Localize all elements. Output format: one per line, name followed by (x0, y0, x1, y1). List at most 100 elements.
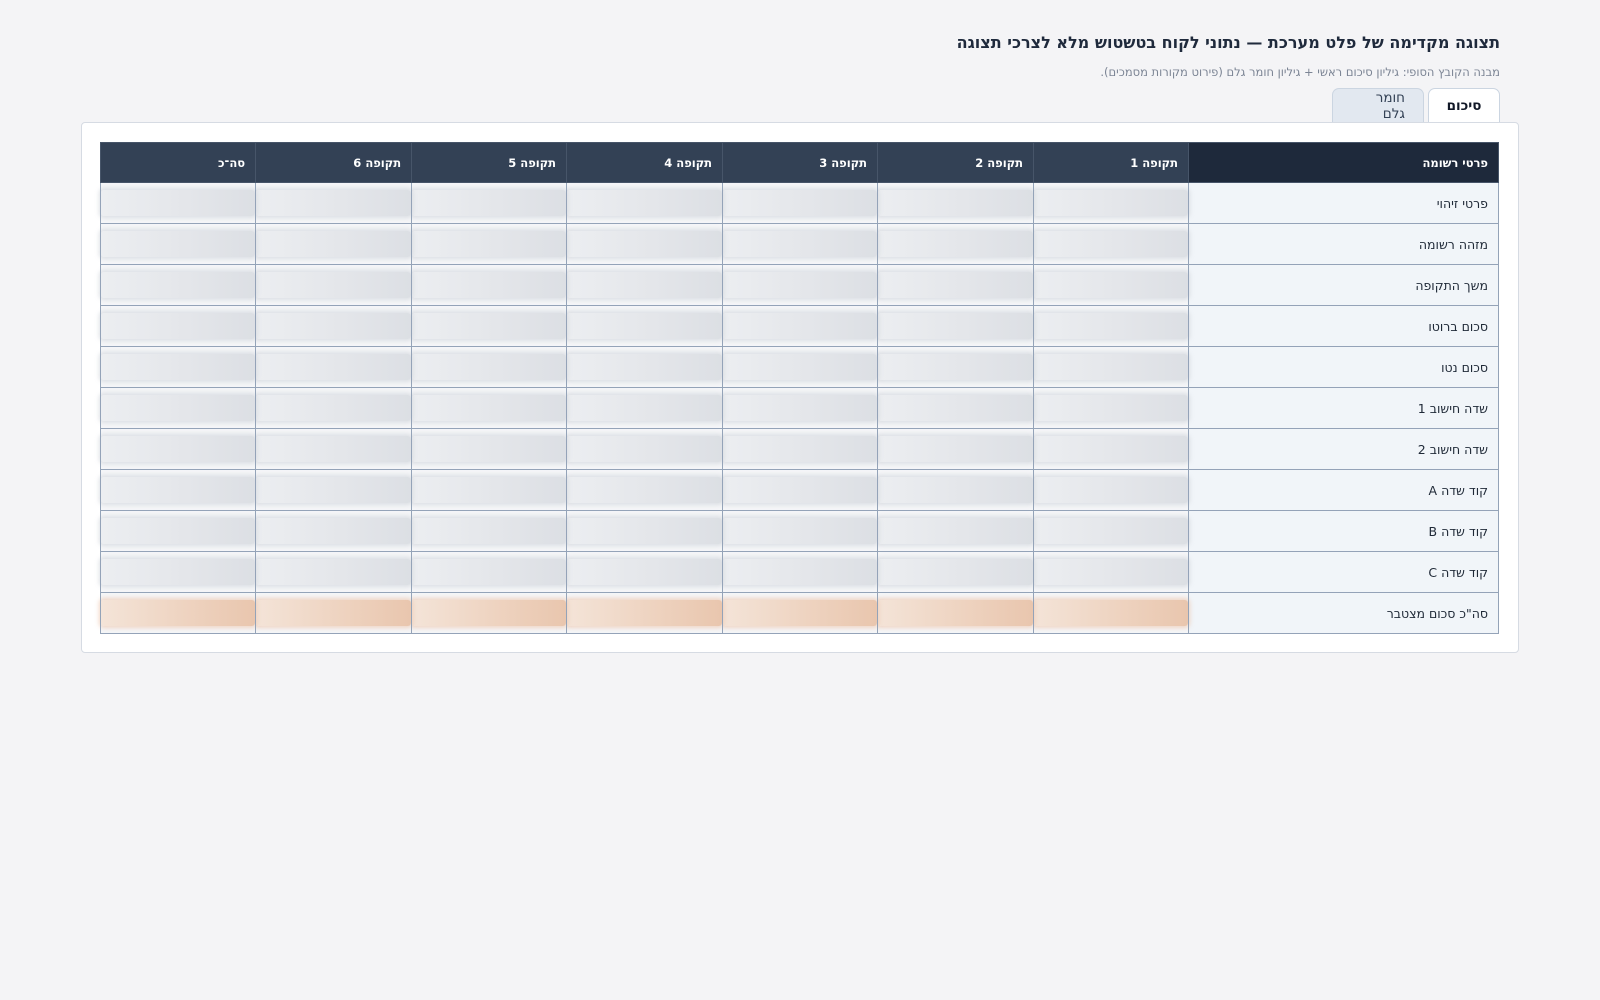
table-cell (1033, 264, 1190, 306)
table-cell (566, 469, 724, 511)
table-cell (99, 551, 257, 593)
blurred-value (101, 600, 256, 626)
table-cell (877, 592, 1035, 634)
table-cell (722, 387, 879, 429)
table-row: סה"כ סכום מצטבר (99, 592, 1499, 634)
table-cell (566, 223, 724, 265)
table-cell (99, 469, 257, 511)
table-cell (99, 346, 257, 388)
blurred-value (412, 354, 567, 380)
table-cell (566, 551, 724, 593)
table-cell (255, 305, 413, 347)
table-cell (1033, 182, 1190, 224)
blurred-value (567, 600, 723, 626)
blurred-value (567, 354, 723, 380)
row-label: קוד שדה B (1188, 510, 1499, 552)
column-header-period-6: תקופה 6 (255, 142, 413, 183)
blurred-value (256, 313, 412, 339)
blurred-value (256, 559, 412, 585)
blurred-value (567, 190, 723, 216)
column-header-period-4: תקופה 4 (566, 142, 724, 183)
table-cell (1033, 387, 1190, 429)
table-row: קוד שדה A (99, 469, 1499, 511)
table-header-row: פרטי רשומה תקופה 1 תקופה 2 תקופה 3 תקופה… (99, 142, 1499, 183)
blurred-value (723, 190, 878, 216)
blurred-value (101, 518, 256, 544)
blurred-value (1034, 190, 1189, 216)
table-cell (722, 346, 879, 388)
table-cell (566, 305, 724, 347)
table-cell (1033, 428, 1190, 470)
blurred-value (256, 190, 412, 216)
row-label: סכום נטו (1188, 346, 1499, 388)
table-cell (566, 182, 724, 224)
blurred-value (256, 395, 412, 421)
table-cell (411, 223, 568, 265)
table-row: קוד שדה B (99, 510, 1499, 552)
tab-raw-material[interactable]: חומר גלם (1332, 88, 1424, 122)
table-cell (99, 264, 257, 306)
table-cell (255, 551, 413, 593)
blurred-value (1034, 354, 1189, 380)
blurred-value (723, 272, 878, 298)
table-cell (1033, 346, 1190, 388)
summary-panel: פרטי רשומה תקופה 1 תקופה 2 תקופה 3 תקופה… (81, 122, 1519, 653)
blurred-value (1034, 272, 1189, 298)
row-label: קוד שדה A (1188, 469, 1499, 511)
table-cell (722, 469, 879, 511)
table-cell (1033, 305, 1190, 347)
blurred-value (256, 231, 412, 257)
row-label: משך התקופה (1188, 264, 1499, 306)
blurred-value (878, 190, 1034, 216)
table-cell (722, 592, 879, 634)
blurred-value (412, 395, 567, 421)
table-cell (411, 510, 568, 552)
blurred-value (256, 354, 412, 380)
blurred-value (878, 395, 1034, 421)
column-header-period-2: תקופה 2 (877, 142, 1035, 183)
blurred-value (723, 518, 878, 544)
table-cell (877, 469, 1035, 511)
blurred-value (101, 395, 256, 421)
table-cell (877, 305, 1035, 347)
table-row: שדה חישוב 2 (99, 428, 1499, 470)
row-label: פרטי זיהוי (1188, 182, 1499, 224)
column-header-period-1: תקופה 1 (1033, 142, 1190, 183)
table-row: פרטי זיהוי (99, 182, 1499, 224)
table-cell (722, 182, 879, 224)
table-cell (99, 182, 257, 224)
blurred-value (723, 477, 878, 503)
blurred-value (723, 600, 878, 626)
table-cell (1033, 551, 1190, 593)
row-label: שדה חישוב 1 (1188, 387, 1499, 429)
table-row: משך התקופה (99, 264, 1499, 306)
table-row: סכום ברוטו (99, 305, 1499, 347)
blurred-value (1034, 313, 1189, 339)
table-cell (877, 510, 1035, 552)
blurred-value (878, 600, 1034, 626)
tab-summary[interactable]: סיכום (1428, 88, 1500, 122)
table-row: סכום נטו (99, 346, 1499, 388)
blurred-value (101, 231, 256, 257)
table-cell (255, 223, 413, 265)
table-cell (255, 387, 413, 429)
blurred-value (412, 190, 567, 216)
table-cell (411, 592, 568, 634)
blurred-value (412, 436, 567, 462)
blurred-value (723, 436, 878, 462)
table-cell (411, 182, 568, 224)
blurred-value (101, 477, 256, 503)
blurred-value (101, 190, 256, 216)
table-cell (877, 182, 1035, 224)
blurred-value (412, 477, 567, 503)
sheet-tabs: סיכום חומר גלם (1332, 88, 1500, 122)
table-cell (722, 223, 879, 265)
blurred-value (723, 559, 878, 585)
table-cell (411, 387, 568, 429)
table-cell (411, 305, 568, 347)
table-cell (255, 510, 413, 552)
table-cell (877, 346, 1035, 388)
row-label: שדה חישוב 2 (1188, 428, 1499, 470)
table-cell (722, 551, 879, 593)
table-cell (566, 387, 724, 429)
